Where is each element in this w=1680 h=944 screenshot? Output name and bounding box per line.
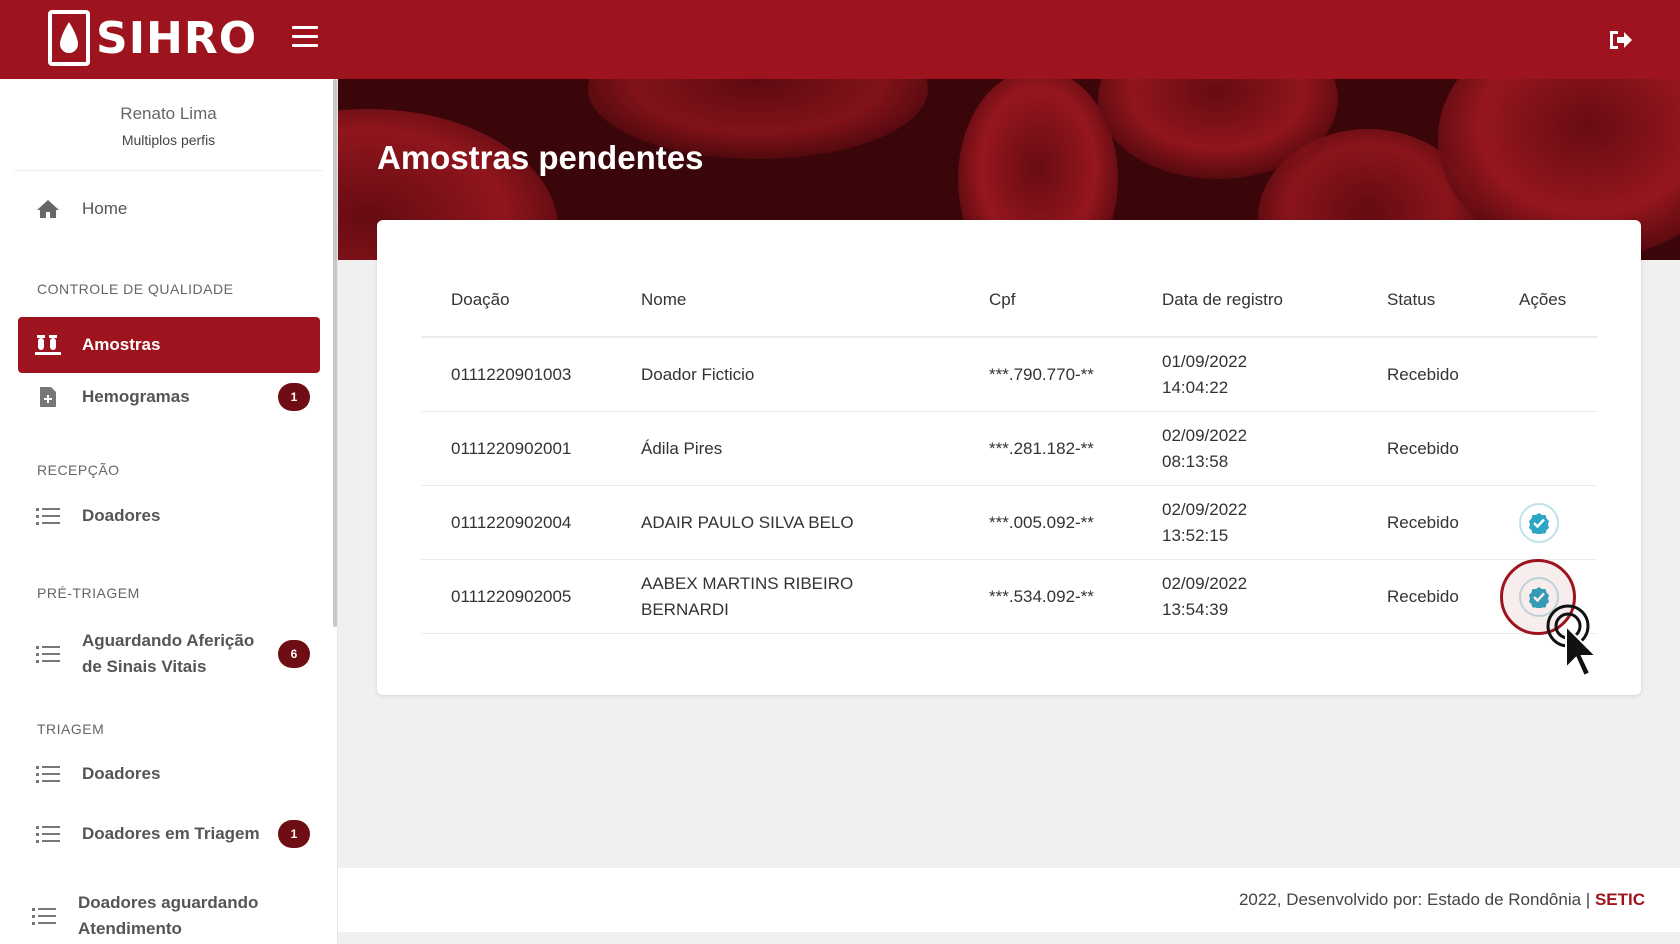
section-controle-de-qualidade: CONTROLE DE QUALIDADE bbox=[37, 281, 234, 297]
column-header-acoes: Ações bbox=[1519, 290, 1567, 309]
cell-time: 13:52:15 bbox=[1162, 526, 1229, 545]
home-icon bbox=[34, 199, 62, 219]
cell-cpf: ***.534.092-** bbox=[989, 587, 1094, 606]
footer-text: 2022, Desenvolvido por: Estado de Rondôn… bbox=[1239, 890, 1645, 910]
section-triagem: TRIAGEM bbox=[37, 721, 105, 737]
sidebar-item-label: Aguardando Aferição de Sinais Vitais bbox=[82, 631, 255, 676]
section-pre-triagem: PRÉ-TRIAGEM bbox=[37, 585, 140, 601]
column-header-cpf[interactable]: Cpf bbox=[989, 290, 1015, 310]
cell-date: 02/09/2022 bbox=[1162, 574, 1248, 593]
sidebar-item-amostras[interactable]: Amostras bbox=[18, 317, 320, 373]
sidebar-item-doadores-aguardando-atendimento[interactable]: Doadores aguardando Atendimento bbox=[18, 888, 320, 944]
cell-cpf: ***.281.182-** bbox=[989, 439, 1094, 458]
column-header-data-registro[interactable]: Data de registro bbox=[1162, 290, 1283, 310]
cell-cpf: ***.790.770-** bbox=[989, 365, 1094, 384]
column-header-nome[interactable]: Nome bbox=[641, 290, 686, 310]
blood-bag-icon bbox=[48, 10, 90, 66]
footer-credit: 2022, Desenvolvido por: Estado de Rondôn… bbox=[1238, 890, 1591, 909]
cell-date: 02/09/2022 bbox=[1162, 426, 1248, 445]
top-bar: SIHRO bbox=[0, 0, 1680, 79]
cell-doacao: 0111220902001 bbox=[451, 439, 572, 458]
sidebar-item-hemogramas[interactable]: Hemogramas 1 bbox=[18, 379, 320, 415]
user-role: Multiplos perfis bbox=[121, 132, 216, 148]
sidebar-item-aguardando-afericao[interactable]: Aguardando Aferição de Sinais Vitais 6 bbox=[18, 626, 320, 682]
cell-cpf: ***.005.092-** bbox=[989, 513, 1094, 532]
cell-status: Recebido bbox=[1387, 513, 1459, 532]
sidebar-item-label: Doadores bbox=[82, 506, 161, 525]
cell-time: 08:13:58 bbox=[1162, 452, 1229, 471]
sidebar-item-doadores-em-triagem[interactable]: Doadores em Triagem 1 bbox=[18, 816, 320, 852]
cell-time: 13:54:39 bbox=[1162, 600, 1229, 619]
list-icon bbox=[30, 906, 58, 926]
hamburger-menu-button[interactable] bbox=[292, 26, 318, 48]
list-icon bbox=[34, 506, 62, 526]
cell-time: 14:04:22 bbox=[1162, 378, 1229, 397]
confirm-sample-button[interactable] bbox=[1519, 503, 1559, 543]
cell-date: 02/09/2022 bbox=[1162, 500, 1248, 519]
cell-nome: AABEX MARTINS RIBEIRO BERNARDI bbox=[641, 574, 854, 619]
cell-nome: Doador Ficticio bbox=[641, 365, 755, 384]
cell-status: Recebido bbox=[1387, 587, 1459, 606]
cell-date: 01/09/2022 bbox=[1162, 352, 1248, 371]
cell-data-registro: 01/09/2022 14:04:22 bbox=[1162, 338, 1247, 412]
footer-brand-link[interactable]: SETIC bbox=[1595, 890, 1645, 909]
column-header-status[interactable]: Status bbox=[1387, 290, 1435, 310]
sidebar-scrollbar[interactable] bbox=[333, 79, 337, 627]
sihro-logo[interactable]: SIHRO bbox=[48, 10, 257, 66]
count-badge: 1 bbox=[278, 383, 310, 411]
table-header: Doação Nome Cpf Data de registro Status … bbox=[421, 268, 1597, 338]
cell-nome: ADAIR PAULO SILVA BELO bbox=[641, 513, 854, 532]
cell-status: Recebido bbox=[1387, 365, 1459, 384]
user-name: Renato Lima bbox=[120, 104, 217, 123]
section-recepcao: RECEPÇÃO bbox=[37, 462, 120, 478]
column-header-doacao[interactable]: Doação bbox=[451, 290, 510, 310]
test-tubes-icon bbox=[34, 334, 62, 356]
cell-doacao: 0111220901003 bbox=[451, 365, 572, 384]
logout-icon[interactable] bbox=[1606, 28, 1632, 52]
cell-data-registro: 02/09/2022 13:54:39 bbox=[1162, 560, 1247, 634]
cell-data-registro: 02/09/2022 08:13:58 bbox=[1162, 412, 1247, 486]
sidebar-item-label: Doadores em Triagem bbox=[82, 824, 260, 843]
sidebar-item-triagem-doadores[interactable]: Doadores bbox=[18, 756, 320, 792]
sidebar-item-label: Doadores bbox=[82, 764, 161, 783]
sidebar-item-label: Amostras bbox=[82, 335, 161, 354]
count-badge: 6 bbox=[278, 640, 310, 668]
sidebar: Renato Lima Multiplos perfis Home CONTRO… bbox=[0, 79, 338, 944]
file-plus-icon bbox=[34, 386, 62, 408]
cell-status: Recebido bbox=[1387, 439, 1459, 458]
user-profile: Renato Lima Multiplos perfis bbox=[14, 79, 323, 171]
table-row: 0111220902005 AABEX MARTINS RIBEIRO BERN… bbox=[421, 560, 1597, 634]
logo-text: SIHRO bbox=[96, 12, 258, 64]
cell-nome: Ádila Pires bbox=[641, 439, 723, 458]
list-icon bbox=[34, 764, 62, 784]
sidebar-item-label: Hemogramas bbox=[82, 387, 190, 406]
sidebar-item-label: Home bbox=[82, 199, 128, 218]
list-icon bbox=[34, 824, 62, 844]
count-badge: 1 bbox=[278, 820, 310, 848]
footer: 2022, Desenvolvido por: Estado de Rondôn… bbox=[338, 868, 1680, 932]
samples-card: Doação Nome Cpf Data de registro Status … bbox=[377, 220, 1641, 695]
list-icon bbox=[34, 644, 62, 664]
sidebar-item-recepcao-doadores[interactable]: Doadores bbox=[18, 498, 320, 534]
table-row: 0111220902001 Ádila Pires ***.281.182-**… bbox=[421, 412, 1597, 486]
samples-table: Doação Nome Cpf Data de registro Status … bbox=[421, 268, 1597, 634]
sidebar-item-label: Doadores aguardando Atendimento bbox=[78, 893, 259, 938]
page-title: Amostras pendentes bbox=[377, 139, 704, 176]
check-icon bbox=[1529, 513, 1549, 534]
cell-doacao: 0111220902005 bbox=[451, 587, 572, 606]
cell-data-registro: 02/09/2022 13:52:15 bbox=[1162, 486, 1247, 560]
sidebar-item-home[interactable]: Home bbox=[18, 194, 320, 224]
cell-acoes bbox=[1519, 486, 1559, 560]
table-row: 0111220901003 Doador Ficticio ***.790.77… bbox=[421, 338, 1597, 412]
table-row: 0111220902004 ADAIR PAULO SILVA BELO ***… bbox=[421, 486, 1597, 560]
cell-doacao: 0111220902004 bbox=[451, 513, 572, 532]
pointer-cursor-icon bbox=[1546, 604, 1599, 678]
